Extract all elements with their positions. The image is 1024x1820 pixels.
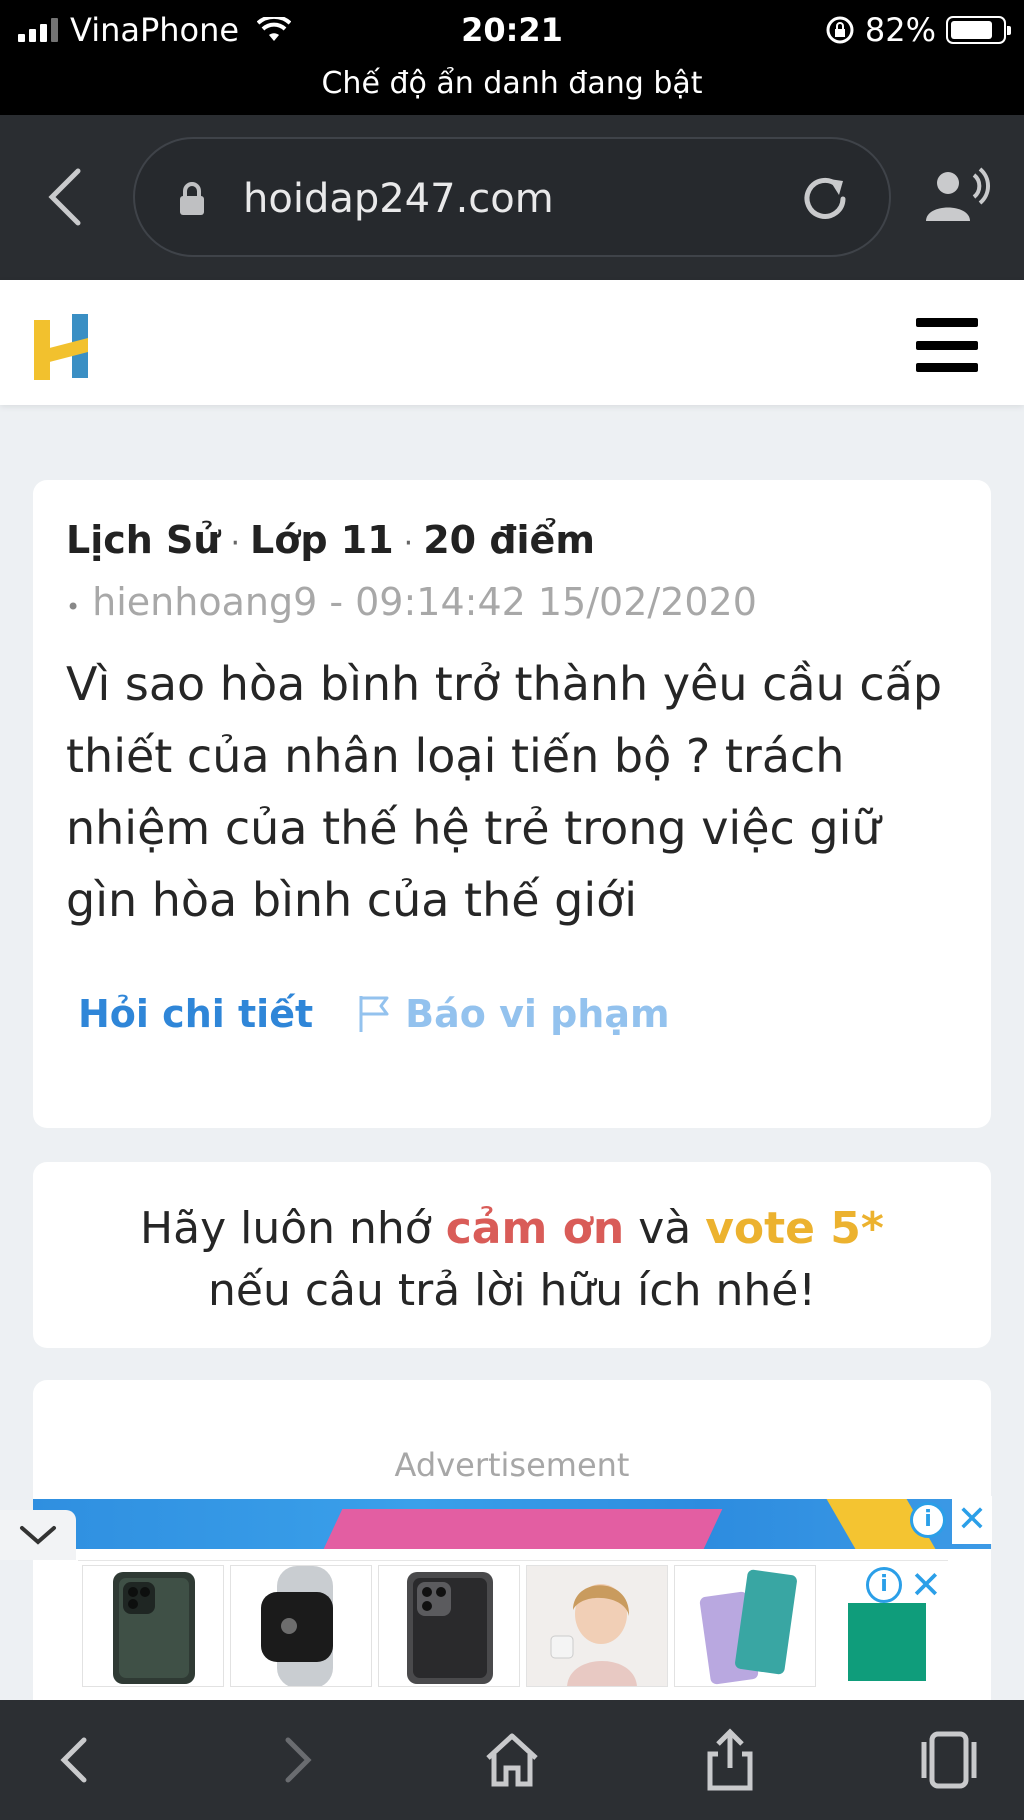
orientation-lock-icon	[826, 16, 854, 44]
reminder-part2: và	[624, 1203, 706, 1254]
reload-icon[interactable]	[799, 173, 851, 225]
product-phone-gray[interactable]	[378, 1565, 520, 1687]
author-line: • hienhoang9 - 09:14:42 15/02/2020	[66, 580, 757, 624]
question-actions: Hỏi chi tiết Báo vi phạm	[78, 992, 670, 1036]
menu-icon[interactable]	[916, 318, 978, 372]
author-info: hienhoang9 - 09:14:42 15/02/2020	[92, 580, 757, 624]
reminder-line2: nếu câu trả lời hữu ích nhé!	[208, 1265, 816, 1316]
phone-image	[699, 1569, 797, 1685]
reminder-text: Hãy luôn nhớ cảm ơn và vote 5* nếu câu t…	[33, 1198, 991, 1322]
phone-image	[113, 1572, 195, 1684]
question-card: Lịch Sử · Lớp 11 · 20 điểm • hienhoang9 - 09:…	[33, 480, 991, 1128]
product-ad-strip[interactable]: i ✕	[78, 1560, 948, 1690]
back-icon[interactable]	[44, 1728, 108, 1792]
ad-close-icon[interactable]: ✕	[910, 1563, 942, 1607]
forward-icon[interactable]	[264, 1728, 328, 1792]
address-field[interactable]: hoidap247.com	[133, 137, 891, 257]
battery-percent: 82%	[864, 11, 936, 49]
status-right: 82%	[825, 8, 1011, 52]
browser-toolbar	[0, 1700, 1024, 1820]
lock-icon	[180, 182, 204, 215]
chevron-down-icon	[20, 1526, 56, 1545]
ad-info-icon[interactable]: i	[910, 1502, 946, 1538]
product-person[interactable]	[526, 1565, 668, 1687]
subject[interactable]: Lịch Sử	[66, 518, 220, 562]
incognito-notice: Chế độ ẩn danh đang bật	[321, 66, 703, 101]
product-phone-teal[interactable]	[674, 1565, 816, 1687]
site-logo[interactable]	[30, 312, 94, 382]
reminder-part1: Hãy luôn nhớ	[140, 1203, 446, 1254]
url-text: hoidap247.com	[243, 176, 554, 222]
reminder-card: Hãy luôn nhớ cảm ơn và vote 5* nếu câu t…	[33, 1162, 991, 1348]
watch-image	[261, 1566, 333, 1686]
report-link[interactable]: Báo vi phạm	[357, 992, 670, 1036]
share-icon[interactable]	[698, 1728, 762, 1792]
home-icon[interactable]	[480, 1728, 544, 1792]
ad-banner-graphic	[323, 1509, 723, 1549]
ad-collapse-button[interactable]	[0, 1510, 76, 1560]
product-phone-green[interactable]	[82, 1565, 224, 1687]
person-image	[527, 1566, 667, 1686]
browser-url-bar: hoidap247.com	[0, 115, 1024, 280]
ad-info-icon[interactable]: i	[866, 1567, 902, 1603]
reminder-vote: vote 5*	[705, 1203, 884, 1254]
flag-icon	[359, 996, 389, 1032]
advertiser-logo[interactable]	[848, 1603, 926, 1681]
battery-icon	[946, 16, 1011, 44]
ask-detail-link[interactable]: Hỏi chi tiết	[78, 992, 313, 1036]
report-label: Báo vi phạm	[405, 992, 670, 1036]
ad-close-icon[interactable]: ✕	[952, 1496, 992, 1544]
status-bar: VinaPhone 20:21 82% Chế độ ẩn danh đang …	[0, 0, 1024, 115]
ad-label: Advertisement	[394, 1446, 630, 1484]
ad-banner[interactable]	[33, 1499, 991, 1549]
points: 20 điểm	[423, 518, 595, 562]
grade[interactable]: Lớp 11	[250, 518, 394, 562]
voice-icon[interactable]	[922, 167, 992, 227]
question-meta: Lịch Sử · Lớp 11 · 20 điểm	[66, 518, 595, 562]
back-icon[interactable]	[40, 165, 90, 229]
product-watch[interactable]	[230, 1565, 372, 1687]
site-header	[0, 280, 1024, 405]
phone-image	[407, 1572, 493, 1684]
tabs-icon[interactable]	[916, 1728, 980, 1792]
question-text: Vì sao hòa bình trở thành yêu cầu cấp th…	[66, 657, 943, 927]
reminder-thanks: cảm ơn	[445, 1203, 625, 1254]
